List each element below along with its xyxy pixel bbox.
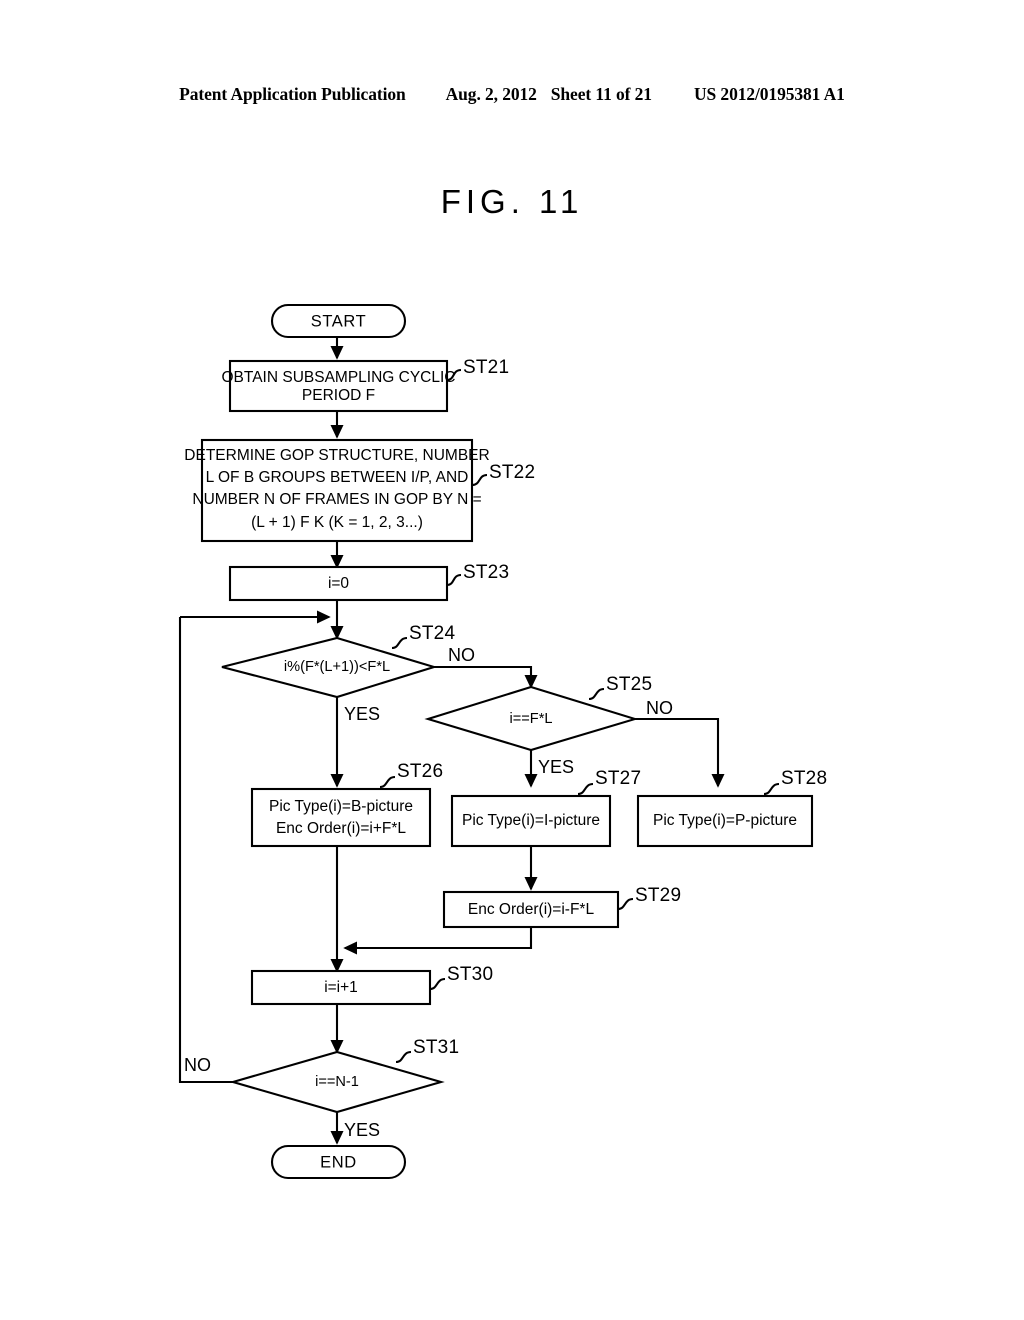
step-id-st22: ST22 (489, 462, 535, 483)
st22-line-1: DETERMINE GOP STRUCTURE, NUMBER (184, 447, 489, 464)
flow-node-start: START (270, 303, 407, 339)
st24-yes-label: YES (344, 704, 380, 724)
st26-line-2: Enc Order(i)=i+F*L (276, 820, 406, 837)
end-node-label: END (320, 1153, 357, 1171)
flowchart-diagram: START OBTAIN SUBSAMPLING CYCLIC PERIOD F… (178, 303, 827, 1180)
flow-node-end: END (270, 1144, 407, 1180)
flow-node-st31: i==N-1 ST31 YES NO (184, 1037, 459, 1140)
step-id-st28: ST28 (781, 768, 827, 789)
connector-st29-to-merge (343, 927, 533, 955)
flow-node-st30: i=i+1 ST30 (250, 964, 493, 1006)
start-node-label: START (311, 312, 367, 330)
flow-node-st25: i==F*L ST25 YES NO (424, 674, 673, 777)
step-id-st30: ST30 (447, 964, 493, 985)
leader-st28 (763, 782, 780, 796)
step-id-st25: ST25 (606, 674, 652, 695)
st28-line-1: Pic Type(i)=P-picture (653, 812, 797, 829)
step-id-st31: ST31 (413, 1037, 459, 1058)
connector-st24-no-to-st25 (434, 665, 538, 689)
flow-node-st26: Pic Type(i)=B-picture Enc Order(i)=i+F*L… (250, 761, 443, 848)
flow-node-st28: Pic Type(i)=P-picture ST28 (636, 768, 827, 848)
step-id-st23: ST23 (463, 562, 509, 583)
st24-line-1: i%(F*(L+1))<F*L (284, 659, 390, 675)
step-id-st29: ST29 (635, 885, 681, 906)
leader-st26 (379, 775, 396, 789)
step-id-st21: ST21 (463, 357, 509, 378)
st25-yes-label: YES (538, 757, 574, 777)
flow-node-st21: OBTAIN SUBSAMPLING CYCLIC PERIOD F ST21 (222, 357, 509, 413)
leader-st24 (391, 636, 408, 650)
st25-line-1: i==F*L (510, 711, 553, 727)
st29-line-1: Enc Order(i)=i-F*L (468, 901, 595, 918)
st25-no-label: NO (646, 698, 673, 718)
flow-node-st23: i=0 ST23 (228, 562, 509, 602)
step-id-st27: ST27 (595, 768, 641, 789)
leader-st27 (577, 782, 594, 796)
st24-no-label: NO (448, 645, 475, 665)
leader-st23 (446, 573, 462, 587)
st26-line-1: Pic Type(i)=B-picture (269, 798, 413, 815)
leader-st22 (471, 473, 488, 487)
st22-line-3: NUMBER N OF FRAMES IN GOP BY N = (192, 491, 481, 508)
flow-node-st29: Enc Order(i)=i-F*L ST29 (442, 885, 681, 929)
st31-no-label: NO (184, 1055, 211, 1075)
connector-st25-no-to-st28 (635, 717, 725, 788)
st22-line-4: (L + 1) F K (K = 1, 2, 3...) (251, 514, 423, 531)
flow-node-st24: i%(F*(L+1))<F*L ST24 YES NO (221, 623, 475, 724)
leader-st30 (429, 977, 446, 991)
leader-st29 (617, 897, 634, 911)
st31-line-1: i==N-1 (315, 1074, 359, 1090)
flow-node-st22: DETERMINE GOP STRUCTURE, NUMBER L OF B G… (184, 438, 535, 543)
leader-st25 (588, 687, 605, 701)
st27-line-1: Pic Type(i)=I-picture (462, 812, 600, 829)
st22-line-2: L OF B GROUPS BETWEEN I/P, AND (206, 469, 469, 486)
step-id-st24: ST24 (409, 623, 455, 644)
flow-node-st27: Pic Type(i)=I-picture ST27 (450, 768, 641, 848)
st21-line-2: PERIOD F (302, 387, 375, 404)
connector-st31-no-loopback (178, 617, 233, 1084)
step-id-st26: ST26 (397, 761, 443, 782)
leader-st31 (395, 1050, 412, 1064)
st21-line-1: OBTAIN SUBSAMPLING CYCLIC (222, 369, 456, 386)
st23-line-1: i=0 (328, 575, 349, 592)
st31-yes-label: YES (344, 1120, 380, 1140)
st30-line-1: i=i+1 (324, 979, 358, 996)
